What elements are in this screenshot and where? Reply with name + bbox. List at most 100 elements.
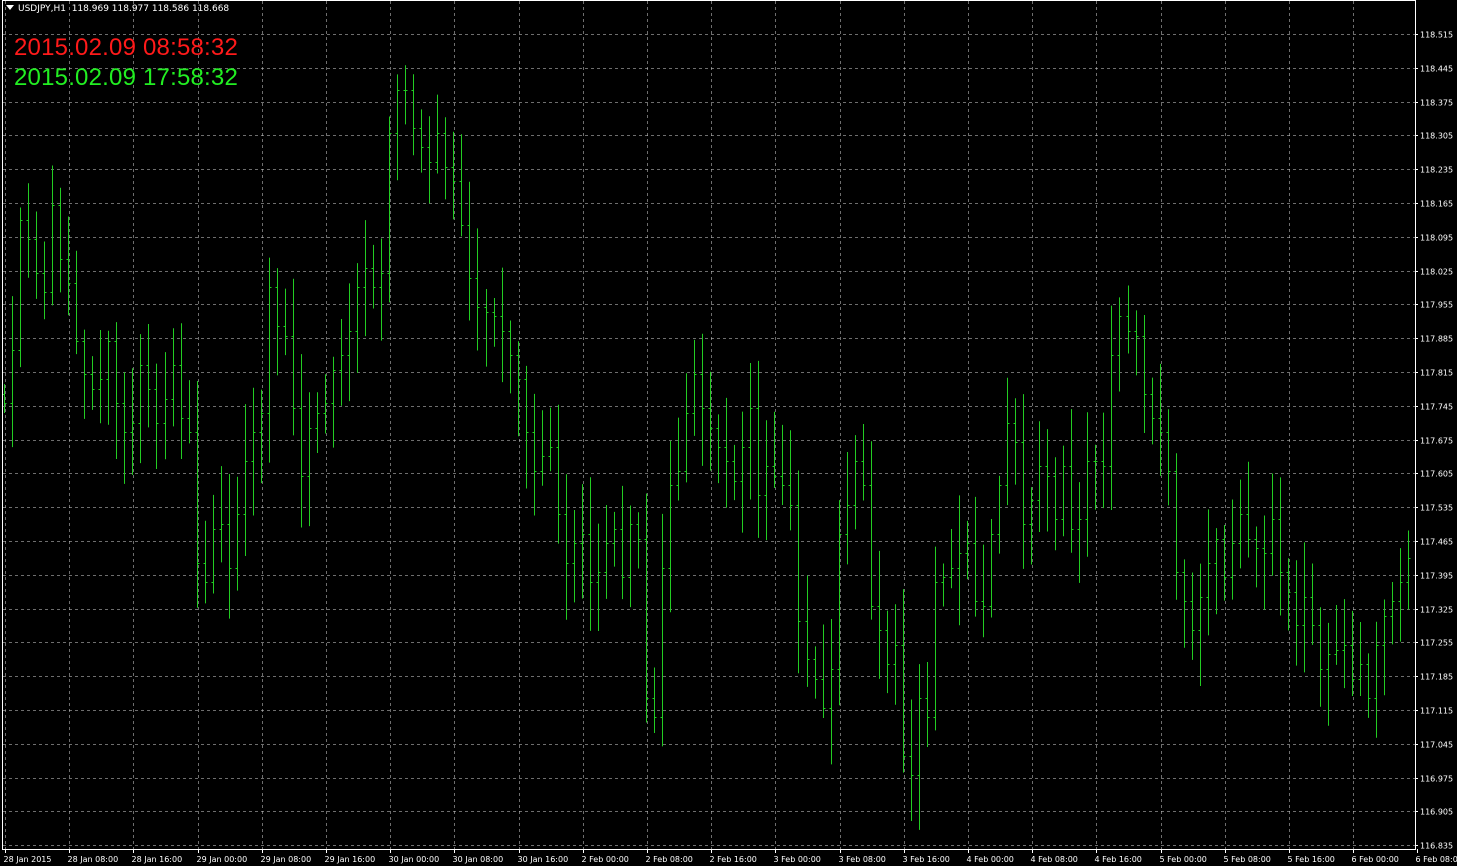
ohlc-bar xyxy=(1166,409,1171,506)
price-tick-label: 116.835 xyxy=(1420,842,1453,851)
time-tick-label: 2 Feb 00:00 xyxy=(582,855,629,864)
ohlc-bar xyxy=(564,474,569,620)
chart-window[interactable]: 118.515 118.445 118.375 118.305 118.235 118.1… xyxy=(0,0,1457,866)
ohlc-bar xyxy=(1318,607,1323,707)
ohlc-bar xyxy=(492,298,497,347)
ohlc-bar xyxy=(813,646,818,699)
ohlc-bar xyxy=(283,288,288,356)
price-tick-label: 117.605 xyxy=(1420,470,1453,479)
ohlc-bar xyxy=(668,440,673,613)
ohlc-bar xyxy=(1109,305,1114,511)
price-tick-label: 117.045 xyxy=(1420,741,1453,750)
ohlc-bar xyxy=(829,619,834,765)
ohlc-bar xyxy=(740,411,745,533)
ohlc-bar xyxy=(1302,542,1307,673)
time-axis: 28 Jan 2015 28 Jan 08:00 28 Jan 16:00 29 Ja… xyxy=(4,849,1457,864)
ohlc-bar xyxy=(1398,548,1403,642)
ohlc-bar xyxy=(861,424,866,501)
ohlc-bar xyxy=(1230,499,1235,600)
ohlc-bar xyxy=(748,362,753,500)
ohlc-bar xyxy=(780,424,785,506)
time-tick-label: 29 Jan 00:00 xyxy=(197,855,248,864)
price-tick-label: 118.165 xyxy=(1420,200,1453,209)
ohlc-bar xyxy=(805,575,810,687)
ohlc-bar xyxy=(459,134,464,237)
ohlc-bar xyxy=(885,610,890,694)
ohlc-bar xyxy=(187,380,192,444)
time-tick-label: 4 Feb 16:00 xyxy=(1095,855,1142,864)
ohlc-bar xyxy=(853,435,858,530)
ohlc-bar xyxy=(1150,377,1155,445)
grid-layer xyxy=(3,1,1415,849)
price-tick-label: 117.465 xyxy=(1420,538,1453,547)
ohlc-bar xyxy=(821,624,826,719)
ohlc-bar xyxy=(869,441,874,620)
ohlc-bar xyxy=(1358,621,1363,696)
ohlc-bar xyxy=(1278,477,1283,616)
price-tick-label: 117.325 xyxy=(1420,606,1453,615)
ohlc-bar xyxy=(548,407,553,472)
ohlc-bar xyxy=(700,333,705,466)
ohlc-bar xyxy=(291,278,296,436)
time-tick-label: 30 Jan 00:00 xyxy=(389,855,440,864)
price-tick-label: 117.115 xyxy=(1420,707,1453,716)
price-tick-label: 118.095 xyxy=(1420,234,1453,243)
server-time-clock: 2015.02.09 08:58:32 xyxy=(14,34,239,61)
ohlc-bar xyxy=(443,117,448,200)
time-tick-label: 29 Jan 16:00 xyxy=(325,855,376,864)
price-tick-label: 118.025 xyxy=(1420,268,1453,277)
ohlc-bar xyxy=(203,520,208,604)
ohlc-bar xyxy=(572,509,577,603)
ohlc-bar xyxy=(957,495,962,626)
ohlc-bar xyxy=(1270,473,1275,576)
price-tick-label: 117.885 xyxy=(1420,335,1453,344)
ohlc-bar xyxy=(1198,563,1203,686)
chart-header: USDJPY,H1 118.969 118.977 118.586 118.66… xyxy=(6,4,229,14)
ohlc-bar xyxy=(1085,412,1090,557)
ohlc-bar xyxy=(1134,310,1139,376)
time-tick-label: 29 Jan 08:00 xyxy=(261,855,312,864)
time-tick-label: 30 Jan 08:00 xyxy=(453,855,504,864)
price-chart[interactable]: 118.515 118.445 118.375 118.305 118.235 118.1… xyxy=(0,0,1457,866)
ohlc-bar xyxy=(235,476,240,591)
ohlc-bar xyxy=(1182,559,1187,648)
ohlc-bar xyxy=(596,523,601,632)
chart-menu-triangle-icon[interactable] xyxy=(6,5,14,10)
ohlc-bar xyxy=(877,550,882,679)
ohlc-bar xyxy=(1037,421,1042,532)
ohlc-bar xyxy=(1013,398,1018,485)
ohlc-bar xyxy=(636,512,641,569)
price-tick-label: 117.745 xyxy=(1420,403,1453,412)
ohlc-bar xyxy=(403,65,408,125)
ohlc-bar xyxy=(275,268,280,376)
price-axis: 118.515 118.445 118.375 118.305 118.235 118.1… xyxy=(1415,31,1453,851)
ohlc-bar xyxy=(427,116,432,204)
ohlc-bar xyxy=(138,334,143,464)
symbol-label: USDJPY,H1 xyxy=(18,4,66,14)
ohlc-bar xyxy=(692,339,697,436)
ohlc-bar xyxy=(500,267,505,383)
time-tick-label: 3 Feb 16:00 xyxy=(903,855,950,864)
ohlc-bar xyxy=(219,466,224,563)
ohlc-bar xyxy=(764,420,769,541)
time-tick-label: 5 Feb 16:00 xyxy=(1288,855,1335,864)
time-tick-label: 30 Jan 16:00 xyxy=(518,855,569,864)
ohlc-bar xyxy=(42,241,47,320)
ohlc-bar xyxy=(387,116,392,303)
ohlc-bar xyxy=(1334,604,1339,665)
ohlc-bar xyxy=(1077,482,1082,583)
ohlc-bar xyxy=(395,74,400,181)
ohlc-bar xyxy=(1390,582,1395,645)
ohlc-bar xyxy=(652,667,657,733)
ohlc-bar xyxy=(508,320,513,394)
ohlc-bar xyxy=(114,322,119,460)
price-tick-label: 118.305 xyxy=(1420,132,1453,141)
ohlc-bar xyxy=(684,373,689,483)
ohlc-bar xyxy=(211,494,216,594)
ohlc-bar xyxy=(1174,453,1179,600)
ohlc-bar xyxy=(845,451,850,565)
ohlc-bar xyxy=(628,505,633,608)
ohlc-bar xyxy=(163,352,168,460)
ohlc-bar xyxy=(179,323,184,460)
price-tick-label: 117.675 xyxy=(1420,437,1453,446)
